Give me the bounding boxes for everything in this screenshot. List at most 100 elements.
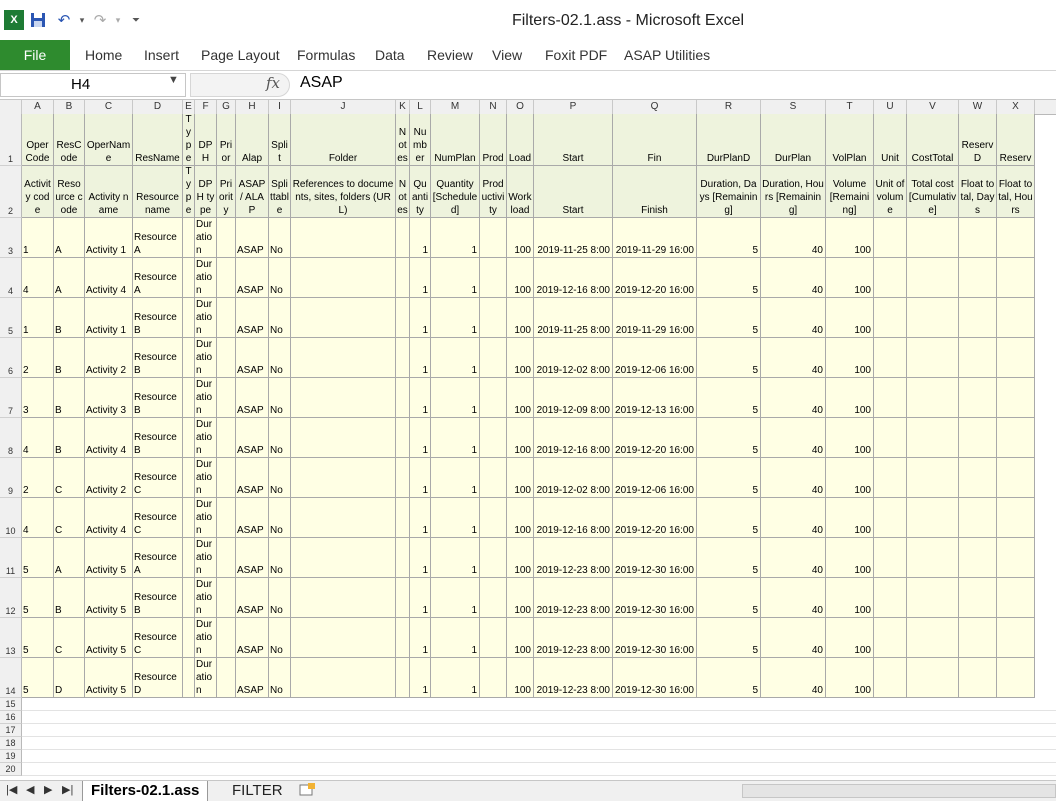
data-cell[interactable]: No (269, 258, 291, 298)
data-cell[interactable]: D (54, 658, 85, 698)
column-header-a[interactable]: A (22, 100, 54, 114)
field-code-header[interactable]: Reserv (997, 114, 1035, 166)
data-cell[interactable]: 40 (761, 298, 826, 338)
data-cell[interactable] (217, 458, 236, 498)
data-cell[interactable]: 100 (507, 218, 534, 258)
data-cell[interactable]: Resource C (133, 618, 183, 658)
field-code-header[interactable]: Number (410, 114, 431, 166)
data-cell[interactable]: 100 (826, 378, 874, 418)
data-cell[interactable] (874, 658, 907, 698)
data-cell[interactable] (291, 578, 396, 618)
data-cell[interactable]: 1 (410, 378, 431, 418)
data-cell[interactable] (874, 298, 907, 338)
data-cell[interactable] (480, 418, 507, 458)
data-cell[interactable]: 5 (22, 658, 54, 698)
field-code-header[interactable]: Unit (874, 114, 907, 166)
data-cell[interactable]: Activity 5 (85, 658, 133, 698)
data-cell[interactable]: No (269, 378, 291, 418)
data-cell[interactable] (291, 338, 396, 378)
formula-input[interactable]: ASAP (300, 74, 343, 92)
data-cell[interactable] (874, 418, 907, 458)
data-cell[interactable]: 5 (697, 618, 761, 658)
column-header-t[interactable]: T (826, 100, 874, 114)
column-header-c[interactable]: C (85, 100, 133, 114)
field-name-header[interactable]: Unit of volume (874, 166, 907, 218)
data-cell[interactable]: No (269, 618, 291, 658)
data-cell[interactable]: 40 (761, 658, 826, 698)
data-cell[interactable]: 5 (22, 538, 54, 578)
data-cell[interactable]: A (54, 258, 85, 298)
data-cell[interactable]: 1 (431, 338, 480, 378)
data-cell[interactable]: Duration (195, 618, 217, 658)
column-header-w[interactable]: W (959, 100, 997, 114)
data-cell[interactable]: 2019-12-30 16:00 (613, 538, 697, 578)
data-cell[interactable] (183, 658, 195, 698)
data-cell[interactable] (217, 578, 236, 618)
data-cell[interactable] (291, 458, 396, 498)
column-header-h[interactable]: H (236, 100, 269, 114)
last-sheet-icon[interactable]: ▶| (62, 783, 73, 796)
data-cell[interactable] (217, 258, 236, 298)
data-cell[interactable] (183, 458, 195, 498)
data-cell[interactable] (183, 338, 195, 378)
data-cell[interactable]: 1 (22, 218, 54, 258)
field-name-header[interactable]: Finish (613, 166, 697, 218)
data-cell[interactable]: Duration (195, 258, 217, 298)
data-cell[interactable] (997, 418, 1035, 458)
data-cell[interactable]: Activity 4 (85, 258, 133, 298)
data-cell[interactable]: 1 (410, 618, 431, 658)
data-cell[interactable] (480, 298, 507, 338)
data-cell[interactable] (480, 378, 507, 418)
data-cell[interactable]: 1 (431, 218, 480, 258)
data-cell[interactable] (396, 658, 410, 698)
data-cell[interactable] (396, 218, 410, 258)
row-header[interactable]: 19 (0, 750, 22, 763)
data-cell[interactable]: 2019-11-29 16:00 (613, 298, 697, 338)
data-cell[interactable]: 4 (22, 418, 54, 458)
field-code-header[interactable]: Prod (480, 114, 507, 166)
data-cell[interactable]: Duration (195, 418, 217, 458)
data-cell[interactable]: 2019-12-23 8:00 (534, 538, 613, 578)
data-cell[interactable]: 40 (761, 378, 826, 418)
data-cell[interactable] (959, 258, 997, 298)
data-cell[interactable]: No (269, 538, 291, 578)
data-cell[interactable]: Activity 4 (85, 418, 133, 458)
prev-sheet-icon[interactable]: ◀ (26, 783, 34, 796)
data-cell[interactable]: Resource A (133, 218, 183, 258)
data-cell[interactable] (396, 578, 410, 618)
column-header-b[interactable]: B (54, 100, 85, 114)
data-cell[interactable] (396, 618, 410, 658)
data-cell[interactable]: 100 (826, 338, 874, 378)
data-cell[interactable]: 1 (410, 658, 431, 698)
data-cell[interactable]: 1 (410, 498, 431, 538)
column-header-n[interactable]: N (480, 100, 507, 114)
data-cell[interactable] (217, 298, 236, 338)
data-cell[interactable]: Resource B (133, 578, 183, 618)
data-cell[interactable]: 100 (826, 298, 874, 338)
data-cell[interactable]: 100 (826, 578, 874, 618)
field-name-header[interactable]: Quantity (410, 166, 431, 218)
data-cell[interactable]: Activity 1 (85, 298, 133, 338)
data-cell[interactable]: 100 (826, 538, 874, 578)
data-cell[interactable]: Resource B (133, 378, 183, 418)
tab-home[interactable]: Home (85, 47, 122, 63)
data-cell[interactable] (907, 498, 959, 538)
tab-asap-utilities[interactable]: ASAP Utilities (624, 47, 710, 63)
data-cell[interactable]: 2019-12-02 8:00 (534, 338, 613, 378)
data-cell[interactable]: 40 (761, 258, 826, 298)
worksheet-grid[interactable]: 1 2 Oper Code ResCode OperName ResName Type DPH… (0, 114, 1056, 780)
data-cell[interactable] (183, 498, 195, 538)
field-name-header[interactable]: Float total, Days (959, 166, 997, 218)
data-cell[interactable]: Duration (195, 298, 217, 338)
data-cell[interactable]: ASAP (236, 538, 269, 578)
data-cell[interactable] (183, 298, 195, 338)
data-cell[interactable]: 100 (507, 418, 534, 458)
data-cell[interactable]: 1 (410, 578, 431, 618)
data-cell[interactable]: Activity 1 (85, 218, 133, 258)
data-cell[interactable]: Activity 3 (85, 378, 133, 418)
data-cell[interactable]: Duration (195, 658, 217, 698)
data-cell[interactable] (396, 258, 410, 298)
row-header[interactable]: 2 (0, 166, 22, 218)
data-cell[interactable] (183, 378, 195, 418)
data-cell[interactable] (874, 458, 907, 498)
